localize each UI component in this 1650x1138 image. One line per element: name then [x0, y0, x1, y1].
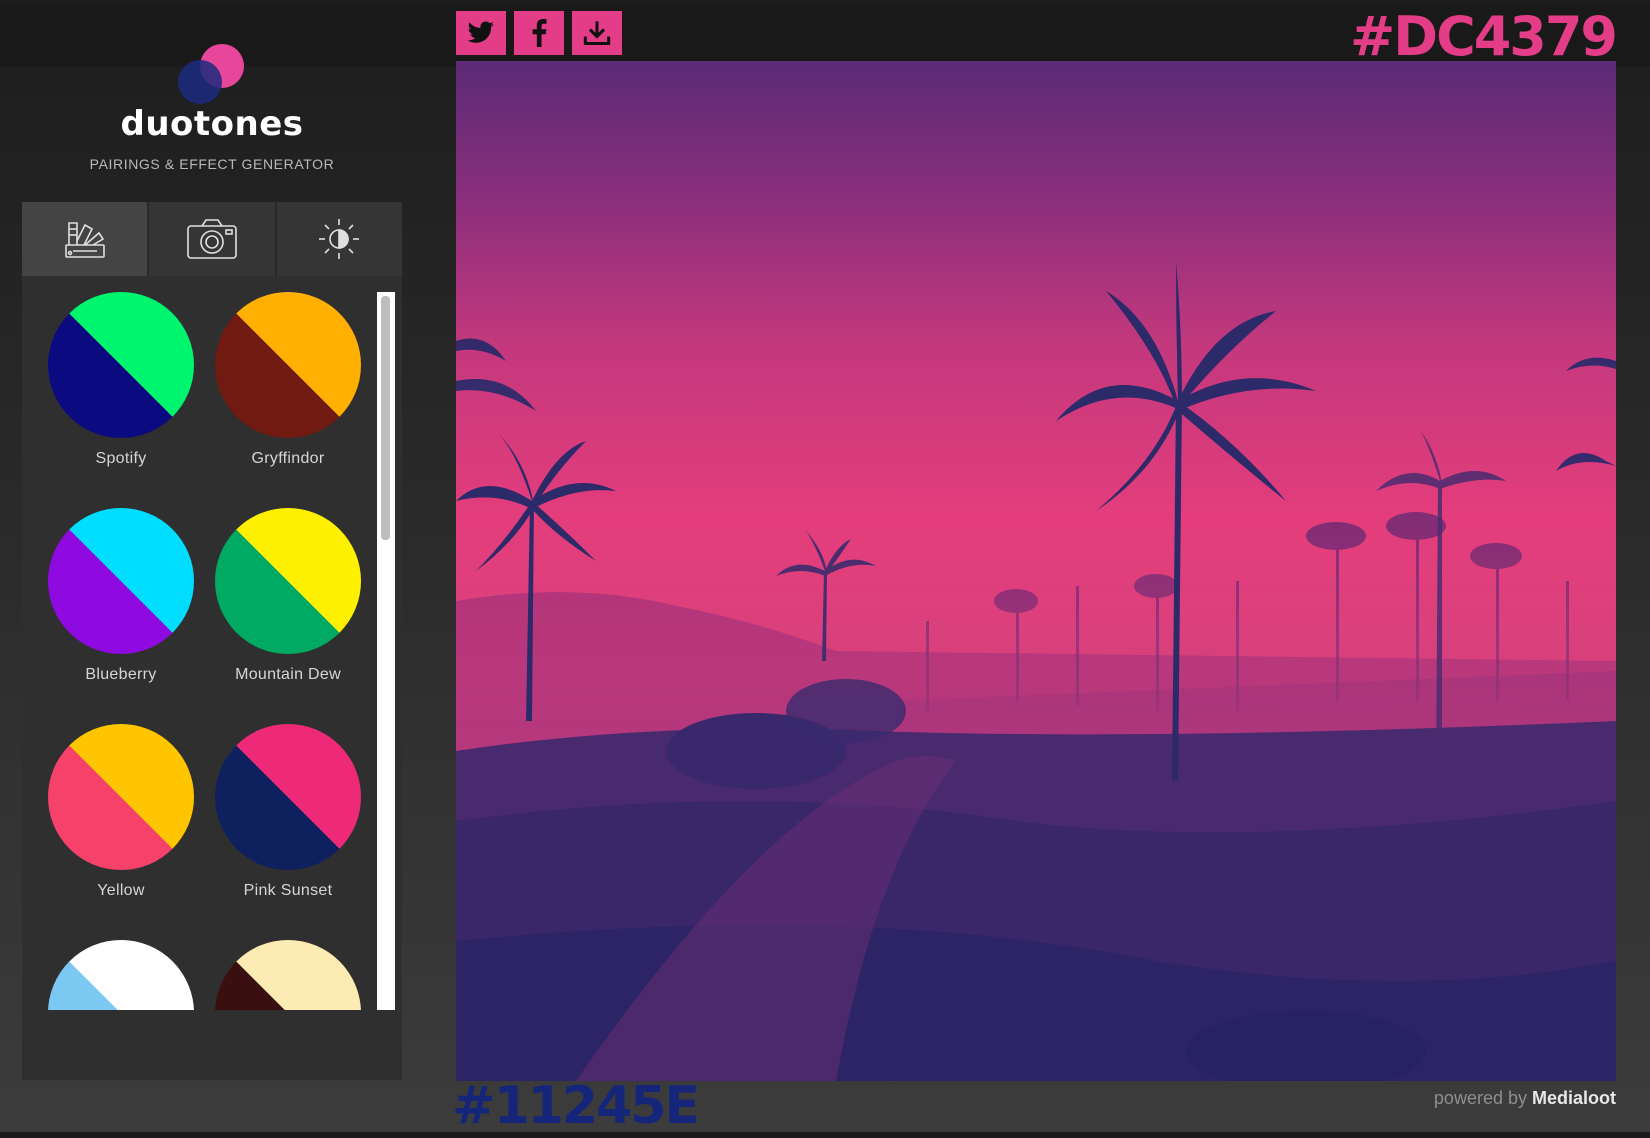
swatch-spotify[interactable]: Spotify	[35, 292, 195, 492]
facebook-icon	[532, 19, 547, 47]
brand-header: duotones PAIRINGS & EFFECT GENERATOR	[0, 6, 424, 186]
swatch-disc	[48, 724, 194, 870]
swatch-disc	[215, 940, 361, 1010]
tab-palettes[interactable]	[22, 202, 148, 276]
swatch-name: Yellow	[97, 882, 145, 899]
powered-brand[interactable]: Medialoot	[1532, 1088, 1616, 1108]
scrollbar-thumb[interactable]	[381, 296, 390, 540]
swatch-grid: Spotify Gryffindor Blueberry Mountain De…	[22, 292, 382, 1010]
tab-photo[interactable]	[147, 202, 275, 276]
swatch-partial-2[interactable]	[202, 940, 362, 1010]
swatch-name: Blueberry	[85, 666, 157, 683]
download-button[interactable]	[572, 11, 622, 55]
swatch-name: Pink Sunset	[243, 882, 333, 899]
shadow-color-hex[interactable]: #11245E	[452, 1075, 700, 1137]
camera-icon	[187, 219, 237, 259]
duotone-preview-image	[456, 61, 1616, 1081]
preview-scene	[456, 261, 1616, 1081]
swatch-disc	[215, 508, 361, 654]
brightness-icon	[319, 219, 360, 259]
app-root: duotones PAIRINGS & EFFECT GENERATOR Spo…	[0, 5, 1650, 1136]
twitter-icon	[467, 21, 494, 43]
powered-prefix: powered by	[1433, 1088, 1527, 1108]
tab-adjust[interactable]	[274, 202, 402, 276]
swatch-disc	[215, 724, 361, 870]
download-icon	[583, 21, 611, 46]
swatch-yellow[interactable]: Yellow	[35, 724, 195, 924]
tweet-button[interactable]	[456, 11, 506, 55]
swatch-disc	[215, 292, 361, 438]
swatch-blueberry[interactable]: Blueberry	[35, 508, 195, 708]
swatch-disc	[48, 940, 194, 1010]
powered-by[interactable]: powered by Medialoot	[1434, 1088, 1616, 1109]
facebook-share-button[interactable]	[514, 11, 564, 55]
palette-swatch-icon	[64, 222, 105, 258]
swatch-partial-1[interactable]	[35, 940, 195, 1010]
duotones-logo	[178, 44, 244, 104]
swatch-disc	[48, 508, 194, 654]
tab-bar	[22, 202, 402, 276]
swatch-gryffindor[interactable]: Gryffindor	[202, 292, 362, 492]
swatch-disc	[48, 292, 194, 438]
swatch-name: Mountain Dew	[235, 666, 341, 683]
brand-name: duotones	[120, 104, 304, 144]
swatch-scrollbar[interactable]	[377, 292, 395, 1010]
sidebar-panel: Spotify Gryffindor Blueberry Mountain De…	[22, 202, 402, 1080]
swatch-name: Gryffindor	[251, 450, 325, 467]
swatch-pink-sunset[interactable]: Pink Sunset	[202, 724, 362, 924]
brand-tagline: PAIRINGS & EFFECT GENERATOR	[89, 156, 335, 172]
swatch-name: Spotify	[95, 450, 147, 467]
swatch-mountain-dew[interactable]: Mountain Dew	[202, 508, 362, 708]
